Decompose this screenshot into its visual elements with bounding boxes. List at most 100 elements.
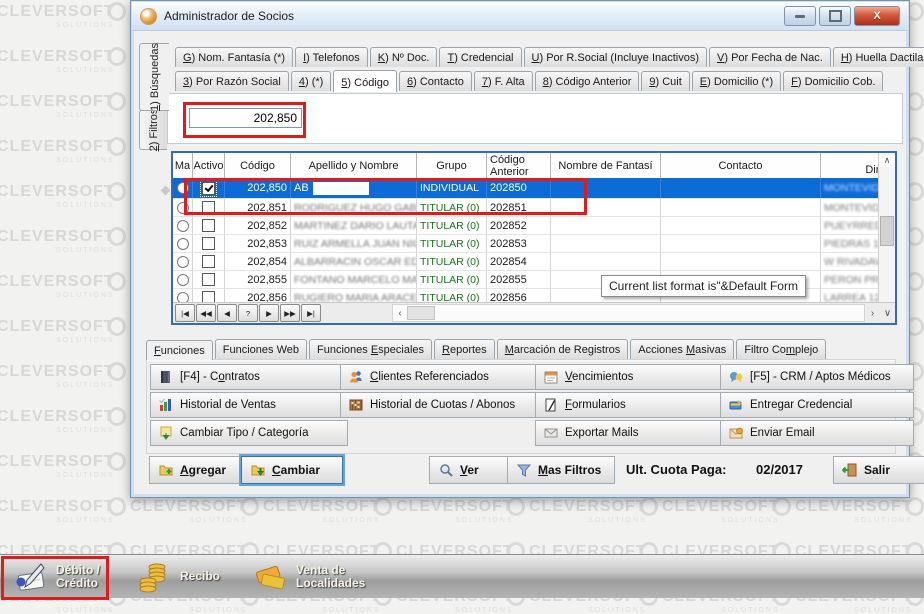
column-header[interactable]: Código	[225, 153, 291, 178]
column-header[interactable]: Apellido y Nombre	[291, 153, 417, 178]
vertical-scroll-thumb[interactable]	[880, 216, 894, 246]
search-tab[interactable]: I) Telefonos	[295, 47, 368, 67]
grid-vertical-scrollbar[interactable]: ∧	[878, 153, 895, 303]
funciones-tab[interactable]: Acciones Masivas	[630, 339, 734, 359]
search-tab[interactable]: 5) Código	[333, 70, 397, 92]
watermark-brand: CLEVERSOFTSOLUTIONS	[640, 497, 780, 524]
maximize-button[interactable]	[819, 6, 851, 26]
grid-row[interactable]: 202,852MARTINEZ DARIO LAUTARTITULAR (0)2…	[173, 217, 879, 235]
ver-button[interactable]: Ver	[429, 456, 513, 484]
scroll-left-icon[interactable]: ‹	[393, 308, 407, 319]
grid-row[interactable]: 202,853RUIZ ARMELLA JUAN NICOTITULAR (0)…	[173, 235, 879, 253]
minimize-button[interactable]	[784, 6, 816, 26]
record-nav-button[interactable]: ▶▶	[280, 304, 300, 322]
activo-checkbox[interactable]	[202, 273, 215, 286]
search-tab[interactable]: 7) F. Alta	[474, 71, 533, 91]
search-tab[interactable]: K) Nº Doc.	[370, 47, 438, 67]
record-nav-button[interactable]: ◀	[217, 304, 237, 322]
grid-row[interactable]: 202,851RODRIGUEZ HUGO GABRIETITULAR (0)2…	[173, 199, 879, 217]
search-tab[interactable]: 8) Código Anterior	[535, 71, 640, 91]
column-header[interactable]: Nombre de Fantasí	[551, 153, 661, 178]
search-tab[interactable]: 6) Contacto	[399, 71, 472, 91]
enviar-email-button[interactable]: Enviar Email	[720, 420, 914, 446]
funciones-tab[interactable]: Funciones Especiales	[309, 339, 432, 359]
search-tab[interactable]: H) Huella Dactilar	[833, 47, 924, 67]
formularios-button[interactable]: Formularios	[535, 392, 731, 418]
search-tab[interactable]: G) Nom. Fantasía (*)	[175, 47, 293, 67]
funciones-tab[interactable]: Funciones Web	[215, 339, 307, 359]
debito-credito-button[interactable]: Débito / Crédito	[12, 557, 100, 597]
search-tab[interactable]: V) Por Fecha de Nac.	[709, 47, 831, 67]
search-tab[interactable]: F) Domicilio Cob.	[783, 71, 883, 91]
activo-checkbox[interactable]	[202, 182, 215, 195]
row-radio[interactable]	[177, 274, 189, 286]
funciones-tab[interactable]: Marcación de Registros	[497, 339, 629, 359]
direccion-cell: PIEDRAS 1343	[821, 235, 879, 252]
agregar-button[interactable]: Agregar	[149, 456, 251, 484]
record-nav-button[interactable]: ?	[238, 304, 258, 322]
recibo-button[interactable]: Recibo	[136, 557, 220, 597]
column-header[interactable]: Grupo	[417, 153, 487, 178]
record-nav-button[interactable]: ◀◀	[196, 304, 216, 322]
row-radio[interactable]	[177, 202, 189, 214]
search-tab[interactable]: T) Credencial	[439, 47, 521, 67]
bottom-toolbar: Débito / Crédito Recibo Venta de Localid…	[0, 554, 924, 598]
crm-aptos-medicos-button[interactable]: [F5] - CRM / Aptos Médicos	[720, 364, 914, 390]
search-tab[interactable]: 4) (*)	[291, 71, 331, 91]
side-tab-filtros[interactable]: 2) Filtros	[139, 110, 167, 150]
activo-checkbox[interactable]	[202, 219, 215, 232]
funciones-tab[interactable]: Filtro Complejo	[736, 339, 826, 359]
historial-ventas-button[interactable]: Historial de Ventas	[150, 392, 348, 418]
row-radio[interactable]	[177, 238, 189, 250]
mas-filtros-button[interactable]: Mas Filtros	[507, 456, 615, 484]
close-button[interactable]: X	[854, 6, 900, 26]
grid-row[interactable]: 202,850AB·· ········ ·····INDIVIDUAL2028…	[173, 178, 879, 199]
exportar-mails-button[interactable]: Exportar Mails	[535, 420, 731, 446]
fantasia-cell	[551, 235, 661, 252]
search-tab[interactable]: U) Por R.Social (Incluye Inactivos)	[524, 47, 708, 67]
activo-checkbox[interactable]	[202, 255, 215, 268]
salir-button[interactable]: Salir	[833, 456, 924, 484]
watermark-brand: CLEVERSOFTSOLUTIONS	[374, 497, 514, 524]
grid-row[interactable]: 202,854ALBARRACIN OSCAR EDGATITULAR (0)2…	[173, 253, 879, 271]
clientes-referenciados-button[interactable]: Clientes Referenciados	[340, 364, 536, 390]
column-header[interactable]: Ma	[173, 153, 193, 178]
activo-checkbox[interactable]	[202, 237, 215, 250]
column-header[interactable]: Activo	[193, 153, 225, 178]
entregar-credencial-button[interactable]: Entregar Credencial	[720, 392, 914, 418]
scroll-right-icon[interactable]: ›	[865, 305, 880, 321]
historial-cuotas-button[interactable]: Historial de Cuotas / Abonos	[340, 392, 536, 418]
venta-localidades-button[interactable]: Venta de Localidades	[252, 557, 365, 597]
contratos-button[interactable]: [F4] - Contratos	[150, 364, 348, 390]
search-tab[interactable]: 9) Cuit	[641, 71, 689, 91]
column-header[interactable]: Contacto	[661, 153, 821, 178]
row-radio[interactable]	[177, 256, 189, 268]
nombre-cell: AB·· ········ ·····	[291, 178, 417, 198]
direccion-cell: W RIVADAVIA	[821, 253, 879, 270]
activo-checkbox[interactable]	[202, 201, 215, 214]
row-radio[interactable]	[177, 182, 189, 194]
column-header[interactable]: Código Anterior	[487, 153, 551, 178]
search-tab[interactable]: 3) Por Razón Social	[175, 71, 289, 91]
scroll-down-icon[interactable]: ∨	[880, 305, 895, 321]
horizontal-scroll-thumb[interactable]	[407, 306, 435, 320]
cleversoft-logo-icon	[108, 272, 126, 291]
record-nav-button[interactable]: ▶|	[301, 304, 321, 322]
grid-horizontal-scrollbar[interactable]: ‹	[392, 304, 865, 322]
codigo-cell: 202,851	[225, 199, 291, 216]
vencimientos-button[interactable]: Vencimientos	[535, 364, 731, 390]
record-nav-button[interactable]: ▶	[259, 304, 279, 322]
side-tab-busquedas[interactable]: 1) Búsquedas	[139, 43, 169, 111]
contacto-cell	[661, 253, 821, 270]
codigo-search-input[interactable]	[189, 108, 302, 128]
scroll-up-icon[interactable]: ∧	[879, 153, 895, 167]
record-nav-button[interactable]: |◀	[175, 304, 195, 322]
funciones-tab[interactable]: Funciones	[146, 340, 213, 360]
cambiar-button[interactable]: Cambiar	[241, 456, 343, 484]
codigo-anterior-cell: 202855	[487, 271, 551, 288]
cleversoft-logo-icon	[507, 497, 525, 516]
cambiar-tipo-categoria-button[interactable]: Cambiar Tipo / Categoría	[150, 420, 348, 446]
row-radio[interactable]	[177, 220, 189, 232]
search-tab[interactable]: E) Domicilio (*)	[692, 71, 781, 91]
funciones-tab[interactable]: Reportes	[434, 339, 495, 359]
